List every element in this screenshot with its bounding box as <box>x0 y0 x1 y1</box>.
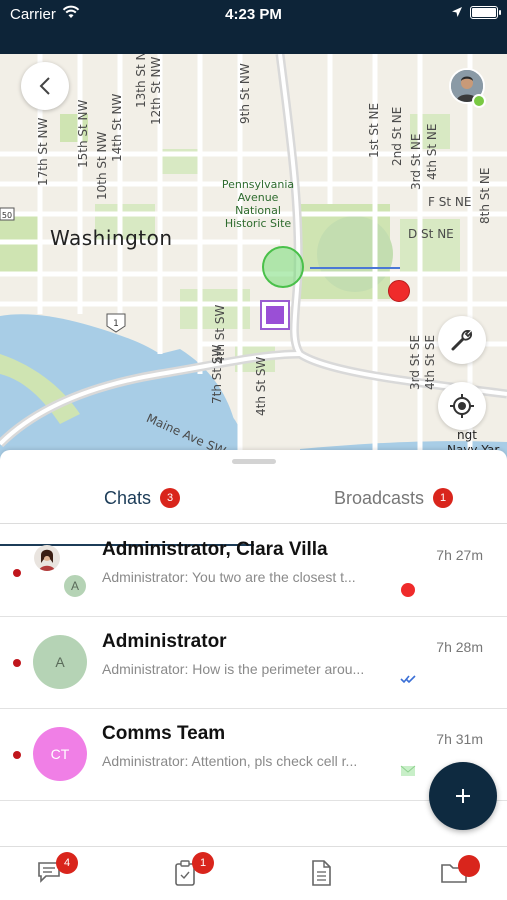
chat-name: Administrator <box>102 631 227 652</box>
chat-avatar: CT <box>33 727 87 781</box>
back-button[interactable] <box>21 62 69 110</box>
nav-chats-badge: 4 <box>56 852 78 874</box>
tab-bar: Chats 3 Broadcasts 1 <box>0 472 507 546</box>
route-50-shield: 50 <box>2 211 12 220</box>
route-1-shield: 1 <box>113 319 119 329</box>
street-label: 12th St NW <box>149 56 163 125</box>
chat-avatar-initial: A <box>62 573 88 599</box>
city-label: Washington <box>50 226 173 250</box>
street-label: 13th St NW <box>134 54 148 108</box>
clock: 4:23 PM <box>225 6 282 23</box>
street-label: 10th St NW <box>95 131 109 200</box>
plus-icon <box>456 789 470 803</box>
poi-label: Pennsylvania Avenue National Historic Si… <box>221 178 295 230</box>
status-bar: Carrier 4:23 PM <box>0 0 507 54</box>
map-view[interactable]: 1 50 13th St NW 12th St NW 14th St NW 15… <box>0 54 507 464</box>
document-icon <box>312 860 331 886</box>
street-label: F St NE <box>428 195 472 209</box>
chat-preview: Administrator: How is the perimeter arou… <box>102 661 365 677</box>
street-label: 8th St NE <box>478 167 492 224</box>
purple-square-marker[interactable] <box>260 300 290 330</box>
chat-time: 7h 28m <box>436 639 483 655</box>
tab-broadcasts-label: Broadcasts <box>334 487 425 508</box>
nav-tasks-badge: 1 <box>192 852 214 874</box>
new-chat-button[interactable] <box>429 762 497 830</box>
green-zone-marker[interactable] <box>262 246 304 288</box>
red-alert-marker[interactable] <box>388 280 410 302</box>
nav-files-badge <box>458 855 480 877</box>
sheet-drag-handle[interactable] <box>232 459 276 464</box>
street-label: 4th St SW <box>213 304 227 364</box>
street-label: 2nd St NE <box>390 106 404 166</box>
street-label: 4th St SW <box>254 356 268 416</box>
battery-icon <box>470 6 501 19</box>
online-status-dot <box>472 94 486 108</box>
tools-button[interactable] <box>438 316 486 364</box>
chat-time: 7h 31m <box>436 731 483 747</box>
chat-avatar: A <box>33 635 87 689</box>
locate-me-button[interactable] <box>438 382 486 430</box>
chat-row[interactable]: A Administrator Administrator: How is th… <box>0 617 507 709</box>
location-arrow-icon <box>452 7 462 17</box>
chat-row[interactable]: A Administrator, Clara Villa Administrat… <box>0 525 507 617</box>
tab-chats-badge: 3 <box>160 488 181 508</box>
crosshair-icon <box>450 394 474 418</box>
nav-documents[interactable] <box>308 859 338 889</box>
chat-name: Administrator, Clara Villa <box>102 539 328 560</box>
street-label: 4th St NE <box>425 123 439 180</box>
red-dot-icon <box>401 583 415 597</box>
person-photo-icon <box>39 549 55 571</box>
street-label: 9th St NW <box>238 63 252 124</box>
tab-chats[interactable]: Chats 3 <box>104 472 181 524</box>
street-label: 3rd St NE <box>409 133 423 190</box>
tab-chats-label: Chats <box>104 487 152 508</box>
street-label: 15th St NW <box>76 99 90 168</box>
street-label: 1st St NE <box>367 102 381 158</box>
chat-sheet: Chats 3 Broadcasts 1 A Administrator, Cl… <box>0 450 507 900</box>
chevron-left-icon <box>39 77 50 95</box>
unread-indicator <box>13 659 21 667</box>
chat-preview: Administrator: Attention, pls check cell… <box>102 753 358 769</box>
chat-preview: Administrator: You two are the closest t… <box>102 569 356 585</box>
tab-broadcasts[interactable]: Broadcasts 1 <box>334 472 454 524</box>
street-label: 4th St SE <box>423 334 437 390</box>
street-label: D St NE <box>408 227 454 241</box>
mail-icon <box>400 765 416 776</box>
route-line <box>310 267 400 269</box>
tab-broadcasts-badge: 1 <box>433 488 454 508</box>
chat-name: Comms Team <box>102 723 226 744</box>
double-check-icon <box>400 675 416 684</box>
street-label: 17th St NW <box>36 117 50 186</box>
unread-indicator <box>13 569 21 577</box>
navy-yard-label-top: ngt <box>457 428 477 442</box>
wrench-icon <box>451 329 473 351</box>
street-label: 14th St NW <box>110 93 124 162</box>
contact-photo <box>34 545 60 571</box>
bottom-nav: 4 1 <box>0 846 507 900</box>
chat-time: 7h 27m <box>436 547 483 563</box>
street-label: 3rd St SE <box>408 334 422 390</box>
unread-indicator <box>13 751 21 759</box>
